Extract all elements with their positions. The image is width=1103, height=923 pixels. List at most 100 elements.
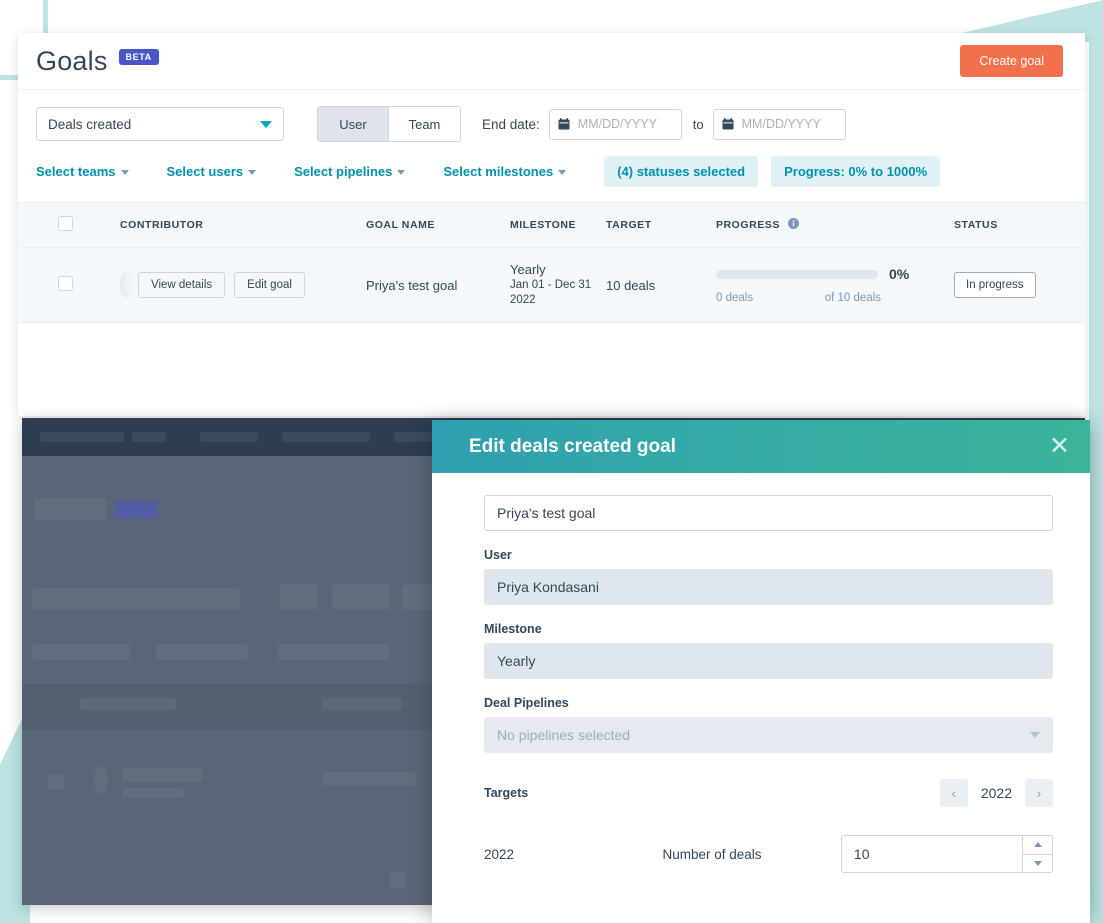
progress-widget: 0% 0 deals of 10 deals <box>716 266 921 304</box>
progress-bar-row: 0% <box>716 266 921 282</box>
chevron-left-icon[interactable]: ‹ <box>939 779 968 807</box>
stepper-decrement-icon[interactable] <box>1023 855 1052 873</box>
metric-select[interactable]: Deals created <box>36 107 284 141</box>
underlay-nav-item <box>282 432 370 442</box>
header-contributor: CONTRIBUTOR <box>120 202 366 248</box>
edit-goal-button[interactable]: Edit goal <box>234 272 305 299</box>
chevron-down-icon <box>260 120 272 128</box>
statuses-selected-label: (4) statuses selected <box>617 164 746 179</box>
table-body: View details Edit goal Priya's test goal… <box>18 247 1085 324</box>
end-date-from-value: MM/DD/YYYY <box>577 117 657 131</box>
chevron-right-icon[interactable]: › <box>1025 779 1053 807</box>
progress-percent: 0% <box>889 266 910 283</box>
underlay-nav-item <box>132 432 166 442</box>
underlay-ghost-text <box>122 788 184 798</box>
underlay-ghost-link <box>278 644 390 660</box>
target-row-year: 2022 <box>484 846 515 862</box>
decoration-horizontal-line <box>0 75 18 80</box>
header-select-all <box>18 202 120 248</box>
stepper-buttons <box>1022 836 1053 873</box>
modal-body: Priya's test goal User Priya Kondasani M… <box>432 473 1090 873</box>
milestone-name: Yearly <box>510 262 546 277</box>
underlay-ghost-title <box>34 498 106 520</box>
create-goal-button[interactable]: Create goal <box>960 45 1063 77</box>
underlay-ghost-avatar <box>94 766 108 794</box>
underlay-nav-item <box>200 432 258 442</box>
contributor-cell: View details Edit goal <box>120 247 366 324</box>
deal-pipelines-select[interactable]: No pipelines selected <box>484 717 1053 753</box>
number-of-deals-stepper[interactable]: 10 <box>840 835 1054 873</box>
select-all-checkbox[interactable] <box>58 216 73 231</box>
modal-title: Edit deals created goal <box>469 435 676 457</box>
goal-name-cell: Priya's test goal <box>366 247 510 324</box>
chevron-down-icon <box>248 170 257 176</box>
end-date-to-field[interactable]: MM/DD/YYYY <box>712 108 846 140</box>
scope-toggle-group: User Team <box>317 106 461 142</box>
milestone-cell: Yearly Jan 01 - Dec 31 2022 <box>510 247 606 324</box>
chevron-down-icon <box>120 170 129 176</box>
underlay-nav-item <box>40 432 124 442</box>
deal-pipelines-field-group: Deal Pipelines No pipelines selected <box>484 696 1053 753</box>
milestone-field-group: Milestone Yearly <box>484 622 1053 679</box>
milestone-field-label: Milestone <box>484 622 542 636</box>
status-badge[interactable]: In progress <box>954 272 1036 299</box>
underlay-ghost-col <box>80 698 176 710</box>
target-row: 2022 Number of deals 10 <box>484 835 1054 873</box>
goals-card: Goals BETA Create goal Deals created Use… <box>18 33 1085 416</box>
select-pipelines-dropdown[interactable]: Select pipelines <box>294 164 406 179</box>
table-head: CONTRIBUTOR GOAL NAME MILESTONE TARGET P… <box>18 202 1085 248</box>
target-year-value: 2022 <box>980 785 1012 801</box>
select-milestones-dropdown[interactable]: Select milestones <box>443 164 567 179</box>
progress-cell: 0% 0 deals of 10 deals <box>716 247 954 324</box>
underlay-ghost-text <box>322 772 416 786</box>
scope-toggle-team[interactable]: Team <box>389 107 460 141</box>
year-stepper: ‹ 2022 › <box>939 779 1053 807</box>
target-cell: 10 deals <box>606 247 716 324</box>
underlay-ghost-toggle <box>280 584 318 610</box>
metric-select-value: Deals created <box>48 116 132 132</box>
contributor-actions: View details Edit goal <box>120 272 366 299</box>
select-teams-dropdown[interactable]: Select teams <box>36 164 129 179</box>
progress-current: 0 deals <box>716 292 754 305</box>
table-row: View details Edit goal Priya's test goal… <box>18 247 1085 324</box>
targets-label: Targets <box>484 786 529 800</box>
user-field-label: User <box>484 548 512 562</box>
select-users-label: Select users <box>166 164 244 179</box>
modal-header: Edit deals created goal ✕ <box>432 420 1090 473</box>
statuses-selected-chip[interactable]: (4) statuses selected <box>604 156 759 187</box>
user-input: Priya Kondasani <box>484 569 1053 605</box>
scope-toggle-user[interactable]: User <box>318 107 389 141</box>
end-date-separator: to <box>692 116 704 132</box>
deal-pipelines-placeholder: No pipelines selected <box>497 727 631 743</box>
stepper-increment-icon[interactable] <box>1023 836 1053 855</box>
progress-bar-track <box>716 269 878 279</box>
info-icon[interactable] <box>788 218 800 232</box>
close-icon[interactable]: ✕ <box>1049 434 1070 459</box>
progress-total: of 10 deals <box>824 292 881 305</box>
header-milestone: MILESTONE <box>510 202 606 248</box>
row-checkbox[interactable] <box>58 276 73 292</box>
page-title: Goals <box>36 45 108 76</box>
number-of-deals-value[interactable]: 10 <box>842 846 1022 862</box>
calendar-icon <box>558 118 570 130</box>
filter-row-primary: Deals created User Team End date: MM/DD/… <box>18 90 1085 142</box>
milestone-input: Yearly <box>484 643 1053 679</box>
end-date-from-field[interactable]: MM/DD/YYYY <box>548 108 682 140</box>
view-details-button[interactable]: View details <box>138 272 226 299</box>
underlay-ghost-link <box>156 644 248 660</box>
filter-row-secondary: Select teams Select users Select pipelin… <box>18 142 1085 187</box>
underlay-ghost-col <box>322 698 402 710</box>
beta-badge: BETA <box>118 49 159 65</box>
header-target: TARGET <box>606 202 716 248</box>
progress-footnotes: 0 deals of 10 deals <box>716 292 881 304</box>
avatar <box>120 272 130 299</box>
goal-name-input[interactable]: Priya's test goal <box>484 495 1053 531</box>
underlay-ghost-badge <box>114 501 158 518</box>
select-users-dropdown[interactable]: Select users <box>167 164 257 179</box>
arrow-up-icon <box>1033 842 1042 848</box>
goal-name-field-group: Priya's test goal <box>484 495 1053 531</box>
progress-range-chip[interactable]: Progress: 0% to 1000% <box>771 156 941 187</box>
edit-goal-modal: Edit deals created goal ✕ Priya's test g… <box>432 420 1090 923</box>
goals-table: CONTRIBUTOR GOAL NAME MILESTONE TARGET P… <box>18 202 1085 324</box>
select-milestones-label: Select milestones <box>443 164 554 179</box>
